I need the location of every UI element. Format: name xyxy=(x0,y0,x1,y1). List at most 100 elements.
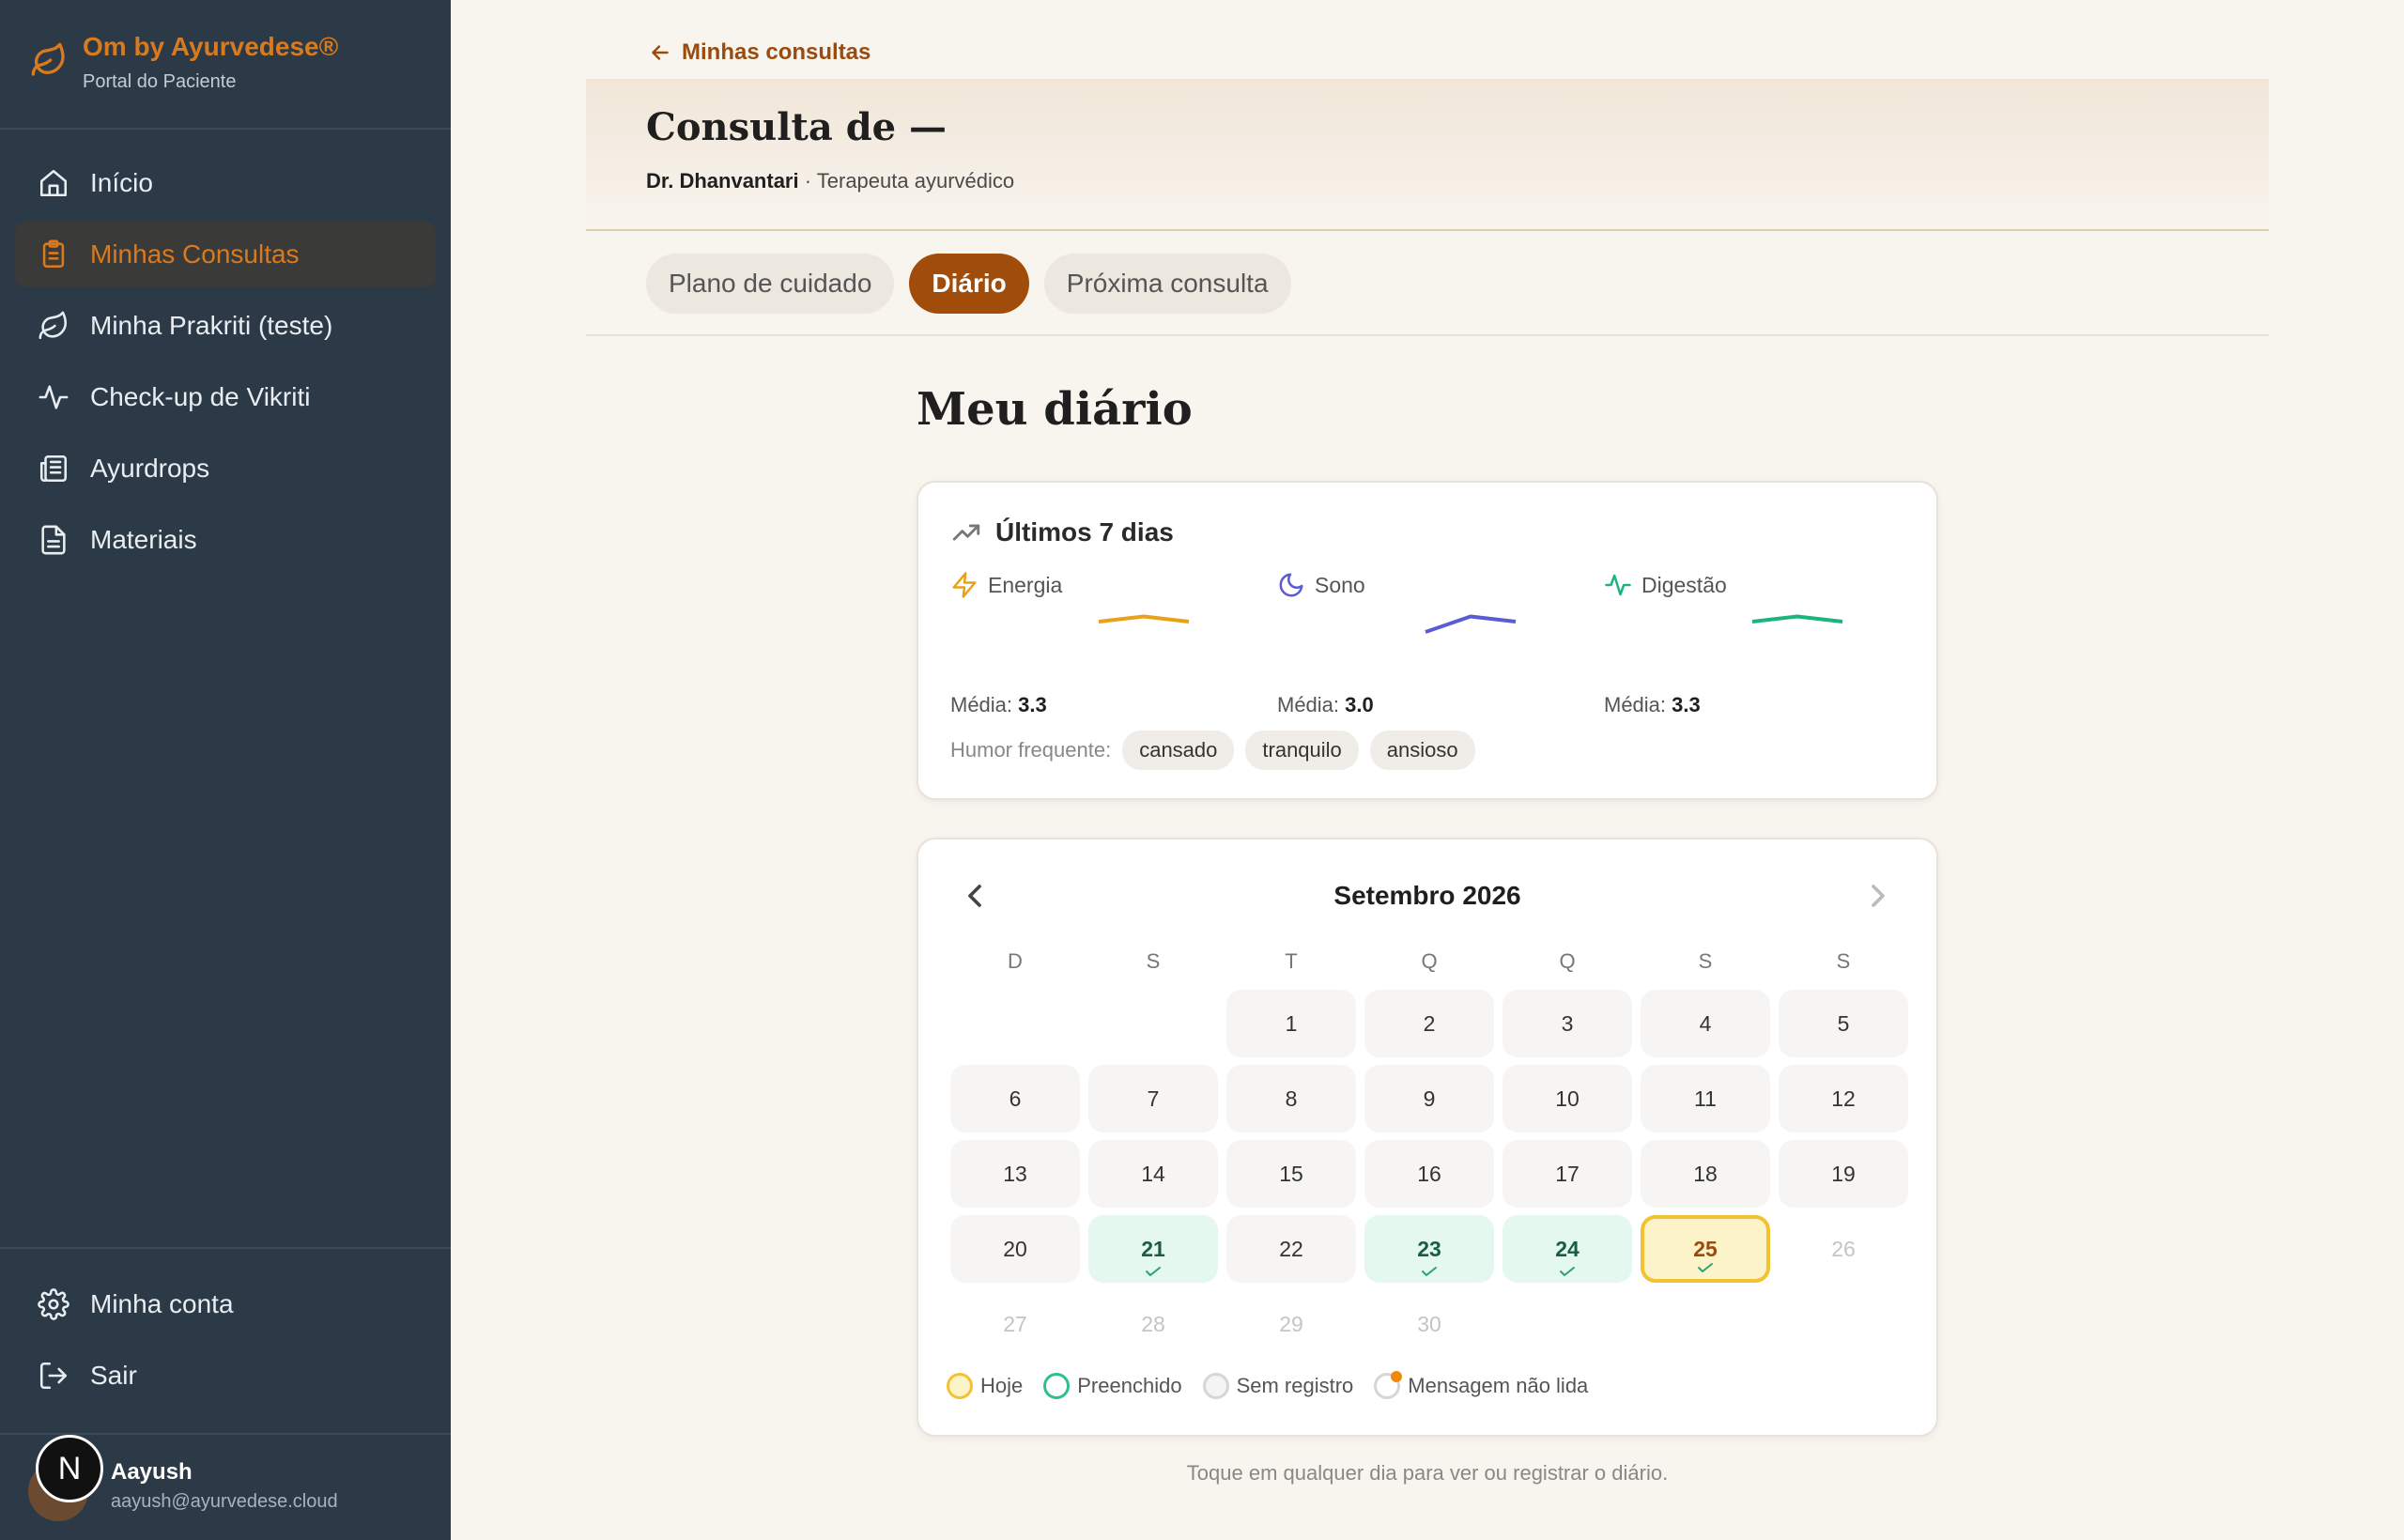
calendar-day-16[interactable]: 16 xyxy=(1364,1140,1494,1208)
sidebar-divider xyxy=(0,1247,451,1249)
sparkline-digestao xyxy=(1751,614,1843,624)
metric-average-value: 3.3 xyxy=(1018,693,1047,716)
sparkline-sono xyxy=(1425,614,1517,634)
frequent-mood: Humor frequente: cansado tranquilo ansio… xyxy=(950,731,1475,770)
activity-icon xyxy=(39,385,69,409)
calendar-day-29: 29 xyxy=(1279,1311,1303,1336)
mood-chip: tranquilo xyxy=(1245,731,1359,770)
calendar-day-14[interactable]: 14 xyxy=(1088,1140,1218,1208)
legend-none-swatch xyxy=(1202,1373,1229,1399)
mood-chip: cansado xyxy=(1122,731,1235,770)
metric-name: Energia xyxy=(988,572,1063,597)
sidebar-item-sair[interactable]: Sair xyxy=(15,1343,436,1409)
sidebar-item-label: Minha Prakriti (teste) xyxy=(90,311,333,340)
calendar-month: Setembro 2026 xyxy=(1333,881,1521,910)
calendar-day-1[interactable]: 1 xyxy=(1226,990,1356,1057)
doctor-line: Dr. Dhanvantari · Terapeuta ayurvédico xyxy=(646,169,1014,193)
metric-average-value: 3.0 xyxy=(1345,693,1374,716)
legend-label: Sem registro xyxy=(1236,1374,1354,1397)
calendar-day-6[interactable]: 6 xyxy=(950,1065,1080,1132)
legend-filled-swatch xyxy=(1043,1373,1071,1399)
calendar-day-7[interactable]: 7 xyxy=(1088,1065,1218,1132)
calendar-day-19[interactable]: 19 xyxy=(1779,1140,1908,1208)
leaf-logo-icon xyxy=(31,42,65,76)
tab-proxima-consulta[interactable]: Próxima consulta xyxy=(1043,254,1291,314)
calendar-day-20[interactable]: 20 xyxy=(950,1215,1080,1283)
check-icon xyxy=(1146,1267,1161,1276)
metric-average: Média: 3.3 xyxy=(950,693,1047,716)
legend-today-swatch xyxy=(947,1373,973,1399)
calendar-day-12[interactable]: 12 xyxy=(1779,1065,1908,1132)
tab-diario[interactable]: Diário xyxy=(909,254,1029,314)
sidebar-item-minha-conta[interactable]: Minha conta xyxy=(15,1271,436,1337)
calendar-day-9[interactable]: 9 xyxy=(1364,1065,1494,1132)
calendar-day-17[interactable]: 17 xyxy=(1502,1140,1632,1208)
legend-item-unread-message: Mensagem não lida xyxy=(1374,1371,1589,1399)
calendar-card: Setembro 2026 D S T Q Q S S 1 2 3 4 5 6 7 8 9 10 11 12 13 14… xyxy=(917,838,1938,1437)
calendar-day-18[interactable]: 18 xyxy=(1641,1140,1770,1208)
calendar-day-11[interactable]: 11 xyxy=(1641,1065,1770,1132)
calendar-day-22[interactable]: 22 xyxy=(1226,1215,1356,1283)
calendar-day-24[interactable]: 24 xyxy=(1502,1215,1632,1283)
metric-average: Média: 3.0 xyxy=(1277,693,1374,716)
sparkline-path xyxy=(1425,614,1517,634)
calendar-day-8[interactable]: 8 xyxy=(1226,1065,1356,1132)
calendar-day-5[interactable]: 5 xyxy=(1779,990,1908,1057)
weekday-header: S xyxy=(1146,949,1161,973)
sidebar-item-label: Minhas Consultas xyxy=(90,239,300,269)
calendar-day-23[interactable]: 23 xyxy=(1364,1215,1494,1283)
user-email: aayush@ayurvedese.cloud xyxy=(111,1491,338,1512)
tab-plano-de-cuidado[interactable]: Plano de cuidado xyxy=(646,254,895,314)
summary-heading-label: Últimos 7 dias xyxy=(995,517,1174,547)
leaf-icon xyxy=(39,311,68,340)
sidebar-item-ayurdrops[interactable]: Ayurdrops xyxy=(15,436,436,501)
calendar-day-15[interactable]: 15 xyxy=(1226,1140,1356,1208)
calendar-legend: Hoje Preenchido Sem registro Mensagem nã… xyxy=(947,1371,1609,1399)
calendar-day-13[interactable]: 13 xyxy=(950,1140,1080,1208)
legend-item-today: Hoje xyxy=(947,1373,1023,1399)
legend-label: Mensagem não lida xyxy=(1408,1374,1589,1397)
header-band xyxy=(586,79,2269,231)
metric-label: Energia xyxy=(950,571,1062,599)
metric-average: Média: 3.3 xyxy=(1604,693,1701,716)
calendar-day-27: 27 xyxy=(1003,1311,1027,1336)
calendar-day-4[interactable]: 4 xyxy=(1641,990,1770,1057)
brand-title: Om by Ayurvedese® xyxy=(83,32,339,61)
calendar-day-26: 26 xyxy=(1831,1236,1856,1261)
metric-average-value: 3.3 xyxy=(1672,693,1701,716)
moon-icon xyxy=(1279,573,1303,597)
calendar-day-3[interactable]: 3 xyxy=(1502,990,1632,1057)
metric-label: Sono xyxy=(1277,571,1365,599)
avatar[interactable]: N xyxy=(36,1435,103,1502)
tabs-divider xyxy=(586,334,2269,336)
brand: Om by Ayurvedese® Portal do Paciente xyxy=(0,0,451,130)
sidebar-item-minhas-consultas[interactable]: Minhas Consultas xyxy=(15,222,436,287)
sidebar-item-checkup-vikriti[interactable]: Check-up de Vikriti xyxy=(15,364,436,430)
weekday-header: T xyxy=(1285,949,1298,973)
user-name: Aayush xyxy=(111,1459,193,1485)
page-title: Consulta de — xyxy=(646,105,948,149)
legend-label: Preenchido xyxy=(1077,1374,1182,1397)
logout-icon xyxy=(39,1362,68,1390)
sparkline-path xyxy=(1751,614,1843,624)
sidebar-item-materiais[interactable]: Materiais xyxy=(15,507,436,573)
activity-icon xyxy=(1605,574,1631,596)
sidebar-item-minha-prakriti[interactable]: Minha Prakriti (teste) xyxy=(15,293,436,359)
calendar-day-10[interactable]: 10 xyxy=(1502,1065,1632,1132)
metric-label: Digestão xyxy=(1604,571,1727,599)
sidebar-item-inicio[interactable]: Início xyxy=(15,150,436,216)
calendar-day-25[interactable]: 25 xyxy=(1641,1215,1770,1283)
doctor-role: · Terapeuta ayurvédico xyxy=(798,169,1015,192)
calendar-day-21[interactable]: 21 xyxy=(1088,1215,1218,1283)
calendar-day-2[interactable]: 2 xyxy=(1364,990,1494,1057)
metric-energia: Energia Média: 3.3 xyxy=(950,571,1251,721)
sidebar-item-label: Ayurdrops xyxy=(90,454,210,483)
back-link-label: Minhas consultas xyxy=(682,39,871,65)
legend-message-swatch xyxy=(1374,1371,1403,1399)
calendar-blank xyxy=(1088,990,1218,1057)
back-link[interactable]: Minhas consultas xyxy=(648,39,871,66)
metric-name: Sono xyxy=(1315,572,1365,597)
sparkline-energia xyxy=(1098,614,1190,624)
chevron-right-icon[interactable] xyxy=(1859,877,1897,915)
lightning-icon xyxy=(952,572,977,598)
